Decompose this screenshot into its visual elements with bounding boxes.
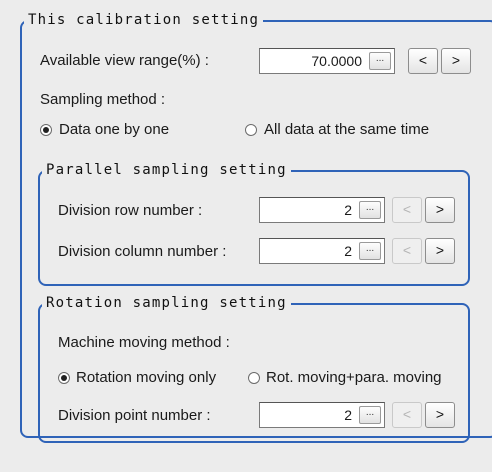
radio-label-data-one-by-one[interactable]: Data one by one xyxy=(59,121,169,139)
division-point-field[interactable]: 2 ... xyxy=(259,402,385,428)
division-row-decrement-button[interactable]: < xyxy=(392,197,422,223)
radio-selected-dot xyxy=(43,127,49,133)
radio-rot-para-moving[interactable] xyxy=(248,372,260,384)
division-point-label: Division point number : xyxy=(58,407,211,424)
division-row-field[interactable]: 2 ... xyxy=(259,197,385,223)
view-range-field[interactable]: 70.0000 ... xyxy=(259,48,395,74)
view-range-label: Available view range(%) : xyxy=(40,52,209,69)
radio-rotation-moving-only[interactable] xyxy=(58,372,70,384)
division-row-input-button[interactable]: ... xyxy=(359,201,381,219)
division-column-input-button[interactable]: ... xyxy=(359,242,381,260)
parallel-sampling-title: Parallel sampling setting xyxy=(42,161,291,179)
division-point-decrement-button[interactable]: < xyxy=(392,402,422,428)
division-column-field[interactable]: 2 ... xyxy=(259,238,385,264)
radio-all-data-same-time[interactable] xyxy=(245,124,257,136)
division-column-increment-button[interactable]: > xyxy=(425,238,455,264)
rotation-sampling-title: Rotation sampling setting xyxy=(42,294,291,312)
sampling-method-label: Sampling method : xyxy=(40,91,166,108)
division-column-decrement-button[interactable]: < xyxy=(392,238,422,264)
radio-selected-dot xyxy=(61,375,67,381)
calibration-group-title: This calibration setting xyxy=(24,11,264,29)
parallel-sampling-group xyxy=(38,170,470,286)
division-row-value: 2 xyxy=(344,202,352,218)
division-point-value: 2 xyxy=(344,407,352,423)
division-point-increment-button[interactable]: > xyxy=(425,402,455,428)
settings-panel: This calibration setting Available view … xyxy=(0,0,492,472)
division-column-value: 2 xyxy=(344,243,352,259)
view-range-value: 70.0000 xyxy=(311,53,362,69)
radio-label-all-data-same-time[interactable]: All data at the same time xyxy=(264,121,429,139)
division-column-label: Division column number : xyxy=(58,243,227,260)
division-point-input-button[interactable]: ... xyxy=(359,406,381,424)
radio-label-rotation-moving-only[interactable]: Rotation moving only xyxy=(76,369,216,387)
radio-label-rot-para-moving[interactable]: Rot. moving+para. moving xyxy=(266,369,442,387)
division-row-label: Division row number : xyxy=(58,202,203,219)
view-range-input-button[interactable]: ... xyxy=(369,52,391,70)
view-range-increment-button[interactable]: > xyxy=(441,48,471,74)
radio-data-one-by-one[interactable] xyxy=(40,124,52,136)
view-range-decrement-button[interactable]: < xyxy=(408,48,438,74)
division-row-increment-button[interactable]: > xyxy=(425,197,455,223)
moving-method-label: Machine moving method : xyxy=(58,334,230,351)
